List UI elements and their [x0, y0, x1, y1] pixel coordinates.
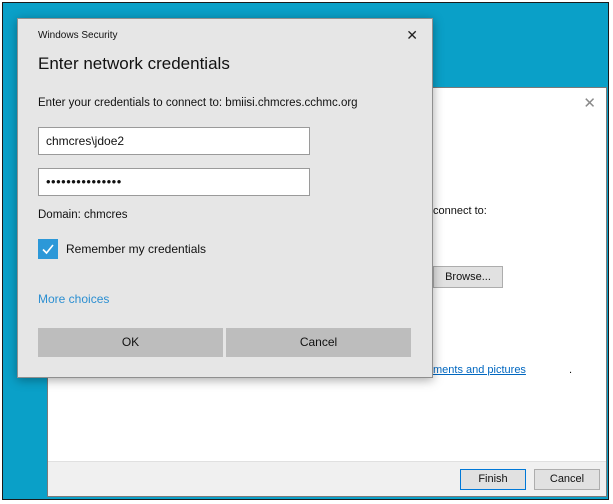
checkmark-icon[interactable]: [38, 239, 58, 259]
close-icon[interactable]: ✕: [583, 94, 596, 112]
wizard-footer: Finish Cancel: [48, 461, 606, 496]
credentials-dialog: Windows Security ✕ Enter network credent…: [17, 18, 433, 378]
ok-button[interactable]: OK: [38, 328, 223, 357]
dialog-description: Enter your credentials to connect to: bm…: [38, 97, 358, 109]
remember-credentials-label: Remember my credentials: [66, 242, 207, 256]
domain-label: Domain: chmcres: [38, 209, 128, 221]
browse-button[interactable]: Browse...: [433, 266, 503, 288]
wizard-connect-text: connect to:: [433, 205, 487, 217]
cancel-button[interactable]: Cancel: [226, 328, 411, 357]
password-field[interactable]: •••••••••••••••: [38, 168, 310, 196]
wizard-link-suffix: .: [569, 364, 573, 376]
dialog-caption: Windows Security: [38, 30, 118, 41]
more-choices-link[interactable]: More choices: [38, 292, 109, 306]
close-icon[interactable]: ✕: [406, 27, 418, 44]
finish-button[interactable]: Finish: [460, 469, 526, 490]
wizard-link-text[interactable]: ments and pictures: [433, 364, 526, 376]
remember-credentials-checkbox[interactable]: Remember my credentials: [38, 239, 206, 259]
wizard-link[interactable]: ments and pictures: [433, 364, 526, 376]
username-field[interactable]: chmcres\jdoe2: [38, 127, 310, 155]
wizard-cancel-button[interactable]: Cancel: [534, 469, 600, 490]
dialog-title: Enter network credentials: [38, 54, 230, 73]
